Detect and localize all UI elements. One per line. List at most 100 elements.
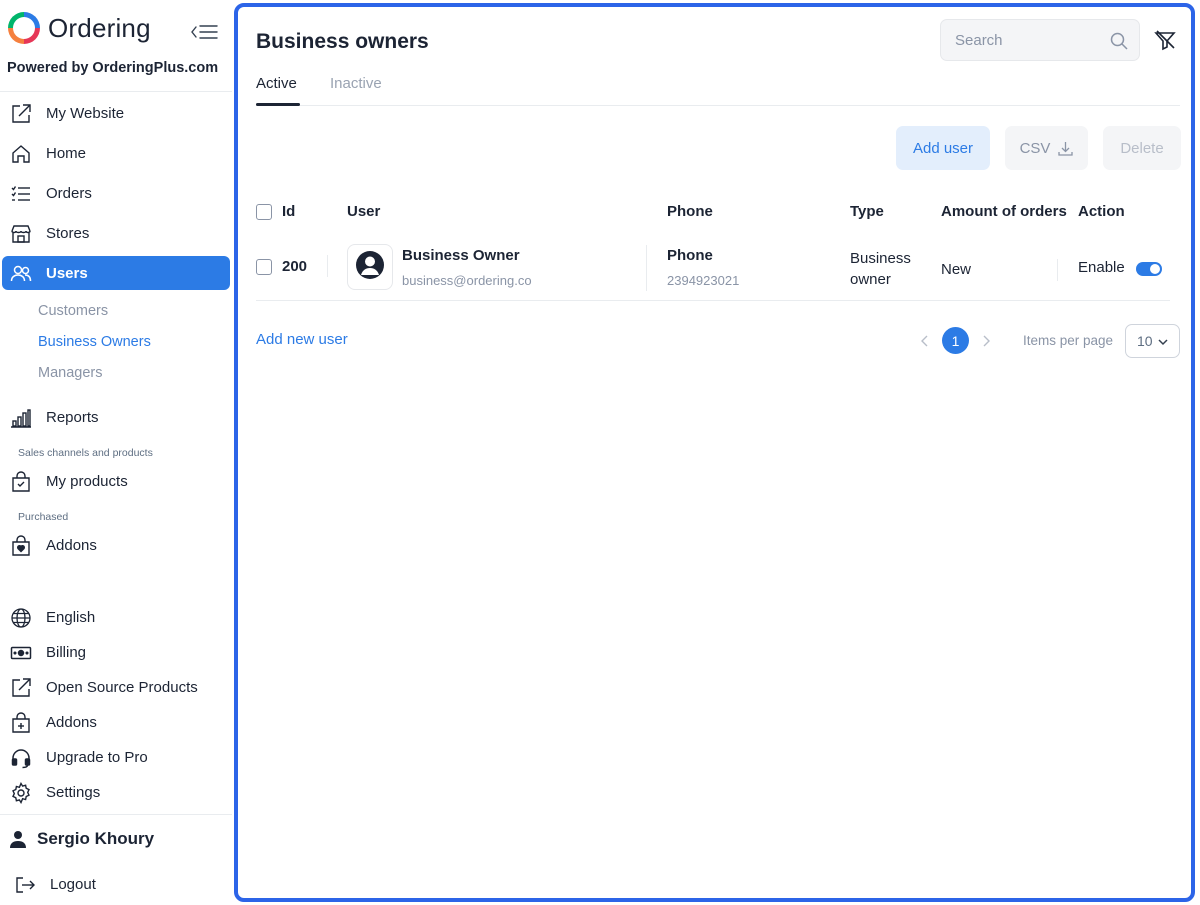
sub-item-business-owners[interactable]: Business Owners <box>38 334 151 350</box>
logout-icon <box>14 874 36 896</box>
row-user-email: business@ordering.co <box>402 273 532 288</box>
main-panel: Business owners Active Inactive Add user… <box>234 3 1195 902</box>
home-icon <box>10 143 32 165</box>
sub-item-customers[interactable]: Customers <box>38 303 108 319</box>
nav-stores[interactable]: Stores <box>2 216 230 250</box>
nav-label: My products <box>46 472 128 490</box>
sub-item-managers[interactable]: Managers <box>38 365 102 381</box>
page-number-current[interactable]: 1 <box>942 327 969 354</box>
section-label-purchased: Purchased <box>18 511 69 523</box>
select-all-checkbox[interactable] <box>256 204 272 220</box>
nav-addons[interactable]: Addons <box>2 705 230 739</box>
row-type-line1: Business <box>850 250 911 267</box>
nav-upgrade-to-pro[interactable]: Upgrade to Pro <box>2 740 230 774</box>
column-header-phone: Phone <box>667 203 713 220</box>
row-phone-number: 2394923021 <box>667 273 740 288</box>
tabs-divider <box>256 105 1180 106</box>
column-header-action: Action <box>1078 203 1125 220</box>
user-icon <box>9 830 27 853</box>
nav-logout[interactable]: Logout <box>2 867 230 901</box>
next-page-icon[interactable] <box>979 334 993 348</box>
clear-filter-icon[interactable] <box>1154 29 1176 51</box>
tab-inactive[interactable]: Inactive <box>330 75 382 92</box>
list-icon <box>10 183 32 205</box>
column-divider <box>646 245 647 291</box>
ordering-logo <box>8 12 40 44</box>
column-divider <box>327 255 328 277</box>
nav-label: Home <box>46 144 87 162</box>
nav-label: English <box>46 608 96 626</box>
nav-label: My Website <box>46 104 125 122</box>
nav-label: Settings <box>46 783 101 801</box>
avatar <box>347 244 393 290</box>
prev-page-icon[interactable] <box>918 334 932 348</box>
external-link-icon <box>10 103 32 125</box>
cash-icon <box>10 642 32 664</box>
shopping-bag-check-icon <box>10 471 32 493</box>
chevron-down-icon <box>1158 339 1168 346</box>
download-icon <box>1058 141 1074 156</box>
nav-label: Billing <box>46 643 87 661</box>
row-type-line2: owner <box>850 271 891 288</box>
nav-label: Addons <box>46 536 97 554</box>
csv-label: CSV <box>1019 139 1051 157</box>
csv-export-button[interactable]: CSV <box>1005 126 1088 170</box>
collapse-sidebar-icon[interactable] <box>190 22 220 42</box>
headset-icon <box>10 747 32 769</box>
gear-icon <box>10 782 32 804</box>
shopping-bag-plus-icon <box>10 712 32 734</box>
row-orders: New <box>941 261 972 278</box>
add-user-button[interactable]: Add user <box>896 126 990 170</box>
nav-label: Orders <box>46 184 92 202</box>
nav-addons-purchased[interactable]: Addons <box>2 528 230 562</box>
nav-users[interactable]: Users <box>2 256 230 290</box>
nav-label: Stores <box>46 224 90 242</box>
search-box[interactable] <box>940 19 1140 61</box>
powered-by-text: Powered by OrderingPlus.com <box>7 60 219 76</box>
row-user-name: Business Owner <box>402 247 520 264</box>
row-phone-label: Phone <box>667 247 713 264</box>
items-per-page-select[interactable]: 10 <box>1125 324 1180 358</box>
nav-home[interactable]: Home <box>2 136 230 170</box>
globe-icon <box>10 607 32 629</box>
nav-my-website[interactable]: My Website <box>2 96 230 130</box>
add-new-user-link[interactable]: Add new user <box>256 331 348 348</box>
nav-open-source-products[interactable]: Open Source Products <box>2 670 230 704</box>
divider <box>0 91 232 92</box>
nav-label: Addons <box>46 713 97 731</box>
nav-language[interactable]: English <box>2 600 230 634</box>
users-icon <box>10 263 32 285</box>
nav-label: Upgrade to Pro <box>46 748 148 766</box>
nav-billing[interactable]: Billing <box>2 635 230 669</box>
column-header-orders: Amount of orders <box>941 203 1067 220</box>
nav-label: Users <box>46 264 88 282</box>
column-header-type: Type <box>850 203 884 220</box>
page-title: Business owners <box>256 30 429 53</box>
nav-my-products[interactable]: My products <box>2 464 230 498</box>
nav-reports[interactable]: Reports <box>2 400 230 434</box>
add-user-label: Add user <box>912 139 974 157</box>
enable-toggle[interactable] <box>1136 262 1162 276</box>
delete-label: Delete <box>1120 139 1164 157</box>
nav-orders[interactable]: Orders <box>2 176 230 210</box>
section-label-sales: Sales channels and products <box>18 447 153 459</box>
user-avatar-icon <box>355 250 385 285</box>
delete-button[interactable]: Delete <box>1103 126 1181 170</box>
column-header-id: Id <box>282 203 296 220</box>
row-checkbox[interactable] <box>256 259 272 275</box>
items-per-page-value: 10 <box>1137 333 1153 349</box>
external-link-icon <box>10 677 32 699</box>
shopping-bag-heart-icon <box>10 535 32 557</box>
brand: Ordering <box>8 12 151 44</box>
divider <box>0 814 232 815</box>
row-id: 200 <box>282 258 308 275</box>
search-input[interactable] <box>955 30 1105 50</box>
store-icon <box>10 223 32 245</box>
column-header-user: User <box>347 203 381 220</box>
column-divider <box>1057 259 1058 281</box>
search-icon[interactable] <box>1109 31 1129 51</box>
nav-settings[interactable]: Settings <box>2 775 230 809</box>
tab-active[interactable]: Active <box>256 75 297 92</box>
sidebar: Ordering Powered by OrderingPlus.com My … <box>0 0 232 905</box>
row-divider <box>256 300 1170 301</box>
